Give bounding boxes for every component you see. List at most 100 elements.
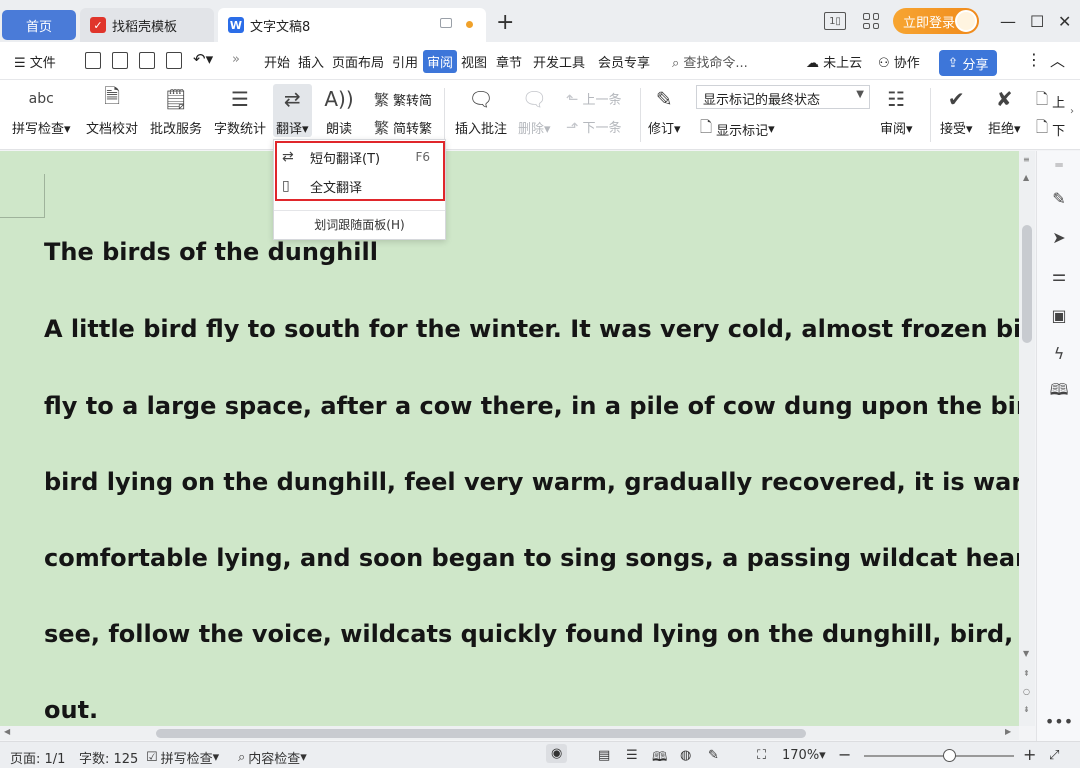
minimize-icon[interactable]: —	[1000, 8, 1016, 34]
accept-button[interactable]: ✔ 接受▾	[940, 84, 973, 137]
review-ribbon: abc 拼写检查▾ 🗎 文档校对 🗒 批改服务 ☰ 字数统计 ⇄ 翻译▾ A))…	[0, 80, 1080, 150]
add-tab-button[interactable]: +	[496, 10, 514, 36]
zoom-slider-knob[interactable]	[943, 749, 956, 762]
book-search-icon[interactable]: 🕮	[1049, 380, 1069, 402]
scroll-left-icon[interactable]: ◀	[4, 727, 10, 736]
read-aloud-button[interactable]: A)) 朗读	[324, 84, 353, 137]
scroll-up-icon[interactable]: ▲	[1023, 173, 1029, 182]
browse-object-icon[interactable]: ○	[1023, 687, 1030, 696]
menu-item-insert[interactable]: 插入	[298, 52, 324, 71]
zoom-in-icon[interactable]: +	[1023, 745, 1036, 764]
zoom-level[interactable]: 170% ▾	[782, 748, 826, 763]
close-icon[interactable]: ✕	[1058, 8, 1071, 34]
image-edit-icon[interactable]: ▣	[1049, 305, 1069, 325]
status-content-check[interactable]: ⌕ 内容检查 ▾	[238, 748, 307, 767]
ribbon-scroll-right-icon[interactable]: ›	[1070, 106, 1074, 117]
full-translate-item[interactable]: ▯ 全文翻译	[282, 173, 438, 199]
menu-item-start[interactable]: 开始	[264, 52, 290, 71]
document-proofread-button[interactable]: 🗎 文档校对	[86, 84, 138, 137]
more-quick-icon[interactable]: »	[232, 52, 240, 67]
command-search[interactable]: ⌕ 查找命令...	[672, 52, 748, 71]
next-change-button[interactable]: 🗋 下	[1036, 117, 1065, 142]
collapse-ribbon-icon[interactable]: ︿	[1050, 50, 1065, 71]
word-follow-panel-item[interactable]: 划词跟随面板(H)	[274, 216, 445, 233]
delete-comment-button[interactable]: 🗨 删除▾	[518, 84, 551, 137]
markup-state-select[interactable]: 显示标记的最终状态 ▼	[696, 85, 870, 109]
status-spell-check[interactable]: ☑ 拼写检查 ▾	[146, 748, 219, 767]
file-menu[interactable]: ☰ 文件	[14, 52, 56, 71]
word-count-button[interactable]: ☰ 字数统计	[214, 84, 266, 137]
scroll-split-icon[interactable]: ≡	[1023, 155, 1030, 164]
undo-icon[interactable]: ↶▾	[193, 50, 213, 68]
track-changes-button[interactable]: ✎ 修订▾	[648, 84, 681, 137]
lightning-icon[interactable]: ϟ	[1049, 343, 1069, 363]
fullscreen-icon[interactable]: ⤢	[1049, 748, 1059, 763]
tab-home[interactable]: 首页	[2, 10, 76, 40]
simp-to-trad-button[interactable]: 繁简转繁	[374, 117, 432, 138]
tab-docer-templates[interactable]: ✓ 找稻壳模板	[80, 8, 214, 42]
previous-change-icon: 🗋	[1036, 90, 1049, 108]
previous-comment-button[interactable]: ⬑ 上一条	[566, 89, 622, 109]
vertical-scroll-thumb[interactable]	[1022, 225, 1032, 343]
next-page-icon[interactable]: ⇟	[1023, 705, 1030, 714]
scroll-right-icon[interactable]: ▶	[1005, 727, 1011, 736]
show-markup-button[interactable]: 🗋 显示标记 ▾	[700, 117, 775, 142]
login-button[interactable]: 立即登录	[893, 8, 979, 34]
menu-item-page-layout[interactable]: 页面布局	[332, 52, 384, 71]
outline-view-icon[interactable]: ☰	[626, 748, 638, 763]
eye-protection-icon[interactable]: ◉	[546, 744, 568, 763]
reading-view-icon[interactable]: 🕮	[652, 748, 667, 768]
cloud-status[interactable]: ☁ 未上云	[806, 52, 862, 71]
scroll-down-icon[interactable]: ▼	[1023, 649, 1029, 658]
next-change-label: 下	[1052, 124, 1066, 139]
menu-item-chapter[interactable]: 章节	[496, 52, 522, 71]
page-indicator[interactable]: 页面: 1/1	[10, 748, 65, 767]
vertical-scrollbar[interactable]: ≡ ▲ ▼ ⇞ ○ ⇟	[1019, 151, 1035, 726]
export-icon[interactable]	[112, 52, 128, 69]
horizontal-scroll-thumb[interactable]	[156, 729, 806, 738]
page-view-icon[interactable]: ▤	[598, 748, 610, 763]
collaborate-button[interactable]: ⚇ 协作	[878, 52, 920, 71]
insert-comment-button[interactable]: 🗨 插入批注	[455, 84, 507, 137]
horizontal-scrollbar[interactable]: ◀ ▶	[0, 726, 1019, 740]
zoom-out-icon[interactable]: −	[838, 745, 851, 764]
collaborate-label: 协作	[893, 56, 920, 71]
previous-page-icon[interactable]: ⇞	[1023, 669, 1030, 678]
panel-handle-icon[interactable]: ═	[1049, 155, 1069, 175]
apps-grid-icon[interactable]	[863, 8, 879, 34]
menu-item-references[interactable]: 引用	[392, 52, 418, 71]
pen-icon[interactable]: ✎	[1049, 188, 1069, 208]
short-translate-item[interactable]: ⇄ 短句翻译(T) F6	[282, 144, 438, 170]
write-mode-icon[interactable]: ✎	[708, 748, 719, 763]
cursor-select-icon[interactable]: ➤	[1049, 227, 1069, 247]
trad-to-simp-button[interactable]: 繁繁转简	[374, 89, 432, 110]
next-icon: ⬏	[566, 117, 579, 136]
print-preview-icon[interactable]	[166, 52, 182, 69]
menu-item-review[interactable]: 审阅	[423, 50, 458, 73]
document-canvas[interactable]: The birds of the dunghill A little bird …	[0, 151, 1019, 726]
more-options-icon[interactable]: ⋮	[1026, 50, 1042, 69]
next-comment-button[interactable]: ⬏ 下一条	[566, 117, 622, 137]
review-button[interactable]: ☷ 审阅▾	[880, 84, 913, 137]
menu-item-dev-tools[interactable]: 开发工具	[533, 52, 585, 71]
more-tools-icon[interactable]: •••	[1045, 711, 1073, 731]
web-view-icon[interactable]: ◍	[680, 748, 691, 763]
fit-page-icon[interactable]: ⛶	[757, 748, 766, 763]
print-icon[interactable]	[139, 52, 155, 69]
zoom-slider[interactable]	[864, 755, 1014, 757]
correction-service-button[interactable]: 🗒 批改服务	[150, 84, 202, 137]
tab-document[interactable]: W 文字文稿8	[218, 8, 486, 42]
word-count-indicator[interactable]: 字数: 125	[79, 748, 138, 767]
adjust-sliders-icon[interactable]: ⚌	[1049, 265, 1069, 285]
translate-button[interactable]: ⇄ 翻译▾	[273, 84, 312, 137]
layout-toggle-icon[interactable]: 1▯	[824, 8, 846, 34]
spell-check-button[interactable]: abc 拼写检查▾	[12, 84, 71, 137]
share-button[interactable]: ⇪ 分享	[939, 50, 997, 76]
menu-item-view[interactable]: 视图	[461, 52, 487, 71]
reject-button[interactable]: ✘ 拒绝▾	[988, 84, 1021, 137]
monitor-icon[interactable]	[440, 18, 452, 28]
maximize-icon[interactable]: ☐	[1030, 8, 1044, 34]
previous-change-button[interactable]: 🗋 上	[1036, 89, 1065, 114]
menu-item-member[interactable]: 会员专享	[598, 52, 650, 71]
save-icon[interactable]	[85, 52, 101, 69]
